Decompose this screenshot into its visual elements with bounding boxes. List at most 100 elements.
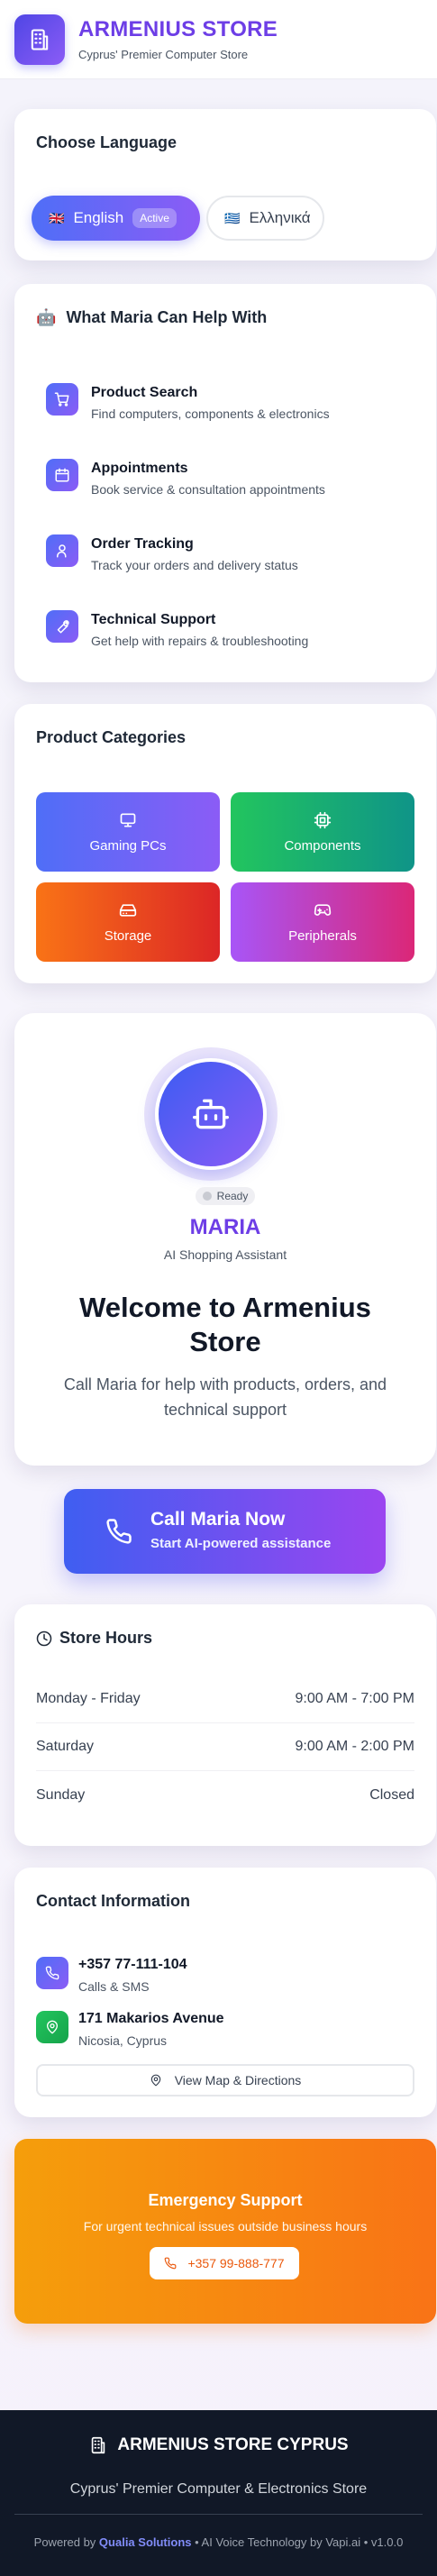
map-pin-icon [150,2074,160,2087]
powered-suffix: • AI Voice Technology by Vapi.ai • v1.0.… [191,2535,404,2549]
gamepad-icon [314,903,332,916]
assistant-name: MARIA [189,1215,261,1239]
hours-day: Saturday [36,1739,95,1754]
bot-icon [193,1099,229,1129]
contact-address-sub: Nicosia, Cyprus [78,2033,168,2048]
category-label: Storage [104,927,152,944]
calendar-icon [55,468,69,482]
store-hours-title-text: Store Hours [59,1629,153,1647]
help-card: 🤖 What Maria Can Help With Product Searc… [14,284,436,682]
language-english-label: English [73,209,124,226]
hours-row: Monday - Friday 9:00 AM - 7:00 PM [36,1676,414,1723]
help-item-product-search[interactable]: Product Search Find computers, component… [46,383,330,428]
store-hours-card: Store Hours Monday - Friday 9:00 AM - 7:… [14,1604,436,1846]
help-item-title: Order Tracking [91,536,194,552]
hours-time: 9:00 AM - 2:00 PM [295,1739,414,1754]
welcome-heading: Welcome to Armenius Store [79,1292,371,1357]
active-badge: Active [132,208,177,228]
footer-powered-by: Powered by Qualia Solutions • AI Voice T… [0,2535,437,2549]
maria-avatar[interactable] [155,1058,267,1170]
help-item-desc: Find computers, components & electronics [91,406,330,421]
building-icon [31,28,49,50]
cpu-icon [314,811,332,828]
monitor-icon [120,813,136,827]
help-item-desc: Book service & consultation appointments [91,482,325,497]
emergency-phone-button[interactable]: +357 99-888-777 [150,2247,299,2279]
emergency-desc: For urgent technical issues outside busi… [83,2219,368,2233]
category-label: Components [284,837,361,854]
footer-title: ARMENIUS STORE CYPRUS [117,2435,349,2454]
help-title: 🤖 What Maria Can Help With [36,308,267,327]
site-footer: ARMENIUS STORE CYPRUS Cyprus' Premier Co… [0,2410,437,2576]
emergency-title: Emergency Support [148,2191,303,2209]
footer-divider [14,2514,423,2515]
hours-row: Saturday 9:00 AM - 2:00 PM [36,1723,414,1771]
store-hours-title: Store Hours [36,1629,152,1648]
help-item-order-tracking[interactable]: Order Tracking Track your orders and del… [46,534,298,580]
clock-icon [36,1631,52,1646]
language-english-button[interactable]: 🇬🇧 English Active [32,196,200,241]
help-item-title: Technical Support [91,612,216,627]
cart-icon [54,392,69,406]
phone-icon [165,2257,177,2270]
status-badge: Ready [196,1187,255,1205]
view-map-label: View Map & Directions [174,2073,302,2087]
footer-subtitle: Cyprus' Premier Computer & Electronics S… [69,2481,368,2497]
help-title-text: What Maria Can Help With [66,308,268,326]
call-button-sublabel: Start AI-powered assistance [150,1536,332,1551]
categories-title: Product Categories [36,728,187,746]
language-card: Choose Language 🇬🇧 English Active 🇬🇷 Ελλ… [14,109,436,260]
phone-icon [106,1519,132,1544]
user-icon [57,544,67,558]
category-storage[interactable]: Storage [36,882,220,962]
contact-phone-number[interactable]: +357 77-111-104 [78,1957,187,1973]
wrench-icon [57,620,69,634]
view-map-button[interactable]: View Map & Directions [36,2064,414,2096]
status-dot-icon [202,1192,212,1201]
category-gaming-pcs[interactable]: Gaming PCs [36,792,220,872]
language-title: Choose Language [36,133,178,151]
help-item-title: Appointments [91,461,188,476]
store-logo[interactable] [14,14,65,65]
call-button-label: Call Maria Now [150,1509,286,1530]
contact-phone-icon-box [36,1957,68,1989]
language-greek-label: Ελληνικά [249,209,311,226]
contact-phone-sub: Calls & SMS [78,1979,150,1994]
app-header: ARMENIUS STORE Cyprus' Premier Computer … [0,0,437,79]
hours-time: Closed [369,1786,414,1803]
hours-time: 9:00 AM - 7:00 PM [295,1691,414,1706]
category-peripherals[interactable]: Peripherals [231,882,414,962]
contact-address: 171 Makarios Avenue [78,2011,224,2026]
footer-title-row: ARMENIUS STORE CYPRUS [0,2435,437,2455]
category-components[interactable]: Components [231,792,414,872]
robot-emoji-icon: 🤖 [36,308,57,326]
qualia-link[interactable]: Qualia Solutions [99,2535,192,2549]
help-item-technical-support[interactable]: Technical Support Get help with repairs … [46,610,308,655]
language-greek-button[interactable]: 🇬🇷 Ελληνικά [206,196,324,241]
greece-flag-icon: 🇬🇷 [224,210,241,225]
page-subtitle: Cyprus' Premier Computer Store [78,48,249,61]
call-maria-button[interactable]: Call Maria Now Start AI-powered assistan… [64,1489,386,1574]
page-title: ARMENIUS STORE [78,17,278,41]
contact-address-icon-box [36,2011,68,2043]
emergency-phone-number: +357 99-888-777 [187,2256,285,2270]
contact-title: Contact Information [36,1892,190,1910]
map-pin-icon [47,2020,58,2034]
categories-card: Product Categories Gaming PCs Components… [14,704,436,983]
help-item-desc: Track your orders and delivery status [91,558,298,572]
hours-day: Monday - Friday [36,1691,141,1706]
help-item-title: Product Search [91,385,198,400]
uk-flag-icon: 🇬🇧 [49,210,65,225]
hours-day: Sunday [36,1786,86,1803]
category-label: Gaming PCs [89,837,167,854]
welcome-description: Call Maria for help with products, order… [63,1375,387,1419]
assistant-role: AI Shopping Assistant [163,1247,287,1262]
category-label: Peripherals [288,927,357,944]
hours-row: Sunday Closed [36,1771,414,1819]
hard-drive-icon [119,903,137,917]
emergency-support-card: Emergency Support For urgent technical i… [14,2139,436,2324]
help-item-desc: Get help with repairs & troubleshooting [91,634,309,648]
phone-icon [45,1966,59,1980]
help-item-appointments[interactable]: Appointments Book service & consultation… [46,459,325,504]
powered-prefix: Powered by [33,2535,99,2549]
